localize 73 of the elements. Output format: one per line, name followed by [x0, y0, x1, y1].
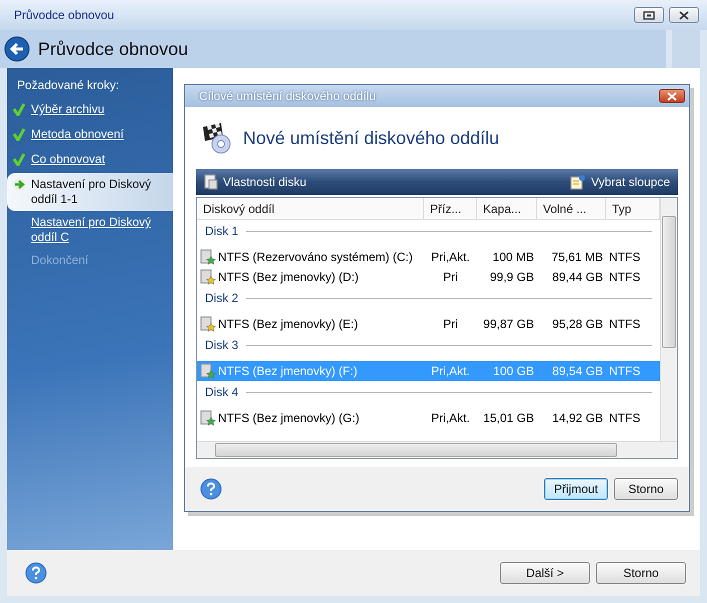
back-button[interactable]	[4, 36, 30, 62]
close-button[interactable]	[659, 89, 685, 103]
partition-row[interactable]: NTFS (Bez jmenovky) (D:) Pri 99,9 GB 89,44 GB NTFS	[197, 267, 660, 287]
table-cell: NTFS (Rezervováno systémem) (C:)	[197, 249, 424, 265]
flag-gear-icon	[201, 121, 233, 155]
dialog-heading: Nové umístění diskového oddílu	[243, 128, 500, 148]
close-icon	[678, 10, 690, 20]
help-icon[interactable]	[200, 478, 222, 500]
partition-row[interactable]: NTFS (Bez jmenovky) (E:) Pri 99,87 GB 95,28 GB NTFS	[197, 314, 660, 334]
table-cell-text: 100 GB	[492, 364, 535, 378]
step-item[interactable]: Metoda obnovení	[7, 123, 173, 148]
table-cell-text: 99,87 GB	[482, 317, 535, 331]
table-cell-text: Pri	[442, 270, 459, 284]
step-item[interactable]: Výběr archivu	[7, 98, 173, 123]
step-item: Dokončení	[30, 252, 90, 269]
disk-group-label: Disk 1	[205, 224, 238, 238]
table-cell-text: 99,9 GB	[488, 270, 535, 284]
wizard-button[interactable]: Storno	[596, 562, 686, 584]
table-cell-text: 15,01 GB	[482, 411, 535, 425]
column-header[interactable]: Volné ...	[537, 198, 606, 219]
select-columns-button[interactable]: Vybrat sloupce	[562, 174, 678, 190]
dialog-button[interactable]: Přijmout	[544, 478, 608, 500]
step-item[interactable]: Co obnovovat	[7, 148, 173, 173]
column-header[interactable]: Diskový oddíl	[197, 198, 424, 219]
horizontal-scrollbar[interactable]	[197, 441, 677, 458]
table-cell-text: NTFS	[608, 270, 642, 284]
table-cell-text: NTFS	[608, 250, 642, 264]
table-cell-text: 75,61 MB	[550, 250, 604, 264]
column-header[interactable]: Kapa...	[477, 198, 537, 219]
step-item[interactable]: Nastavení pro Diskový oddíl C	[7, 211, 173, 249]
table-cell-text: NTFS	[608, 364, 642, 378]
restore-icon	[643, 10, 655, 20]
table-cell-text: 95,28 GB	[551, 317, 604, 331]
check-icon	[13, 128, 25, 141]
table-cell-text: 14,92 GB	[551, 411, 604, 425]
close-icon	[666, 92, 678, 100]
table-cell-text: Pri	[442, 317, 459, 331]
close-button[interactable]	[669, 7, 699, 23]
check-icon	[13, 153, 25, 166]
disk-group-label: Disk 2	[205, 291, 238, 305]
sidebar-heading: Požadované kroky:	[16, 78, 120, 94]
table-cell-text: 89,54 GB	[551, 364, 604, 378]
arrow-icon	[13, 178, 26, 191]
help-icon[interactable]	[25, 562, 47, 584]
disk-properties-button[interactable]: Vlastnosti disku	[196, 174, 314, 190]
column-header[interactable]: Příz...	[424, 198, 477, 219]
partition-row[interactable]: NTFS (Bez jmenovky) (G:) Pri,Akt. 15,01 GB 14,92 GB NTFS	[197, 408, 660, 428]
table-cell-text: Pri,Akt.	[430, 411, 471, 425]
table-cell-text: NTFS	[608, 411, 642, 425]
table-cell: NTFS (Bez jmenovky) (E:)	[197, 316, 424, 332]
table-cell-text: 89,44 GB	[551, 270, 604, 284]
check-icon	[13, 103, 25, 116]
restore-button[interactable]	[634, 7, 664, 23]
disk-group-label: Disk 4	[205, 385, 238, 399]
table-cell: NTFS (Bez jmenovky) (G:)	[197, 410, 424, 426]
table-cell: NTFS (Bez jmenovky) (F:)	[197, 363, 424, 379]
note-icon	[570, 174, 586, 190]
dialog-button[interactable]: Storno	[614, 478, 678, 500]
table-cell-text: Pri,Akt.	[430, 250, 471, 264]
table-cell-text: Pri,Akt.	[430, 364, 471, 378]
table-cell-text: NTFS	[608, 317, 642, 331]
dialog-title: Cílové umístění diskového oddílu	[199, 89, 376, 103]
partition-row[interactable]: NTFS (Rezervováno systémem) (C:) Pri,Akt. 100 MB 75,61 MB NTFS	[197, 247, 660, 267]
table-cell-text: 100 MB	[492, 250, 535, 264]
wizard-title: Průvodce obnovou	[38, 38, 188, 60]
document-icon	[204, 174, 218, 190]
wizard-button[interactable]: Další >	[500, 562, 590, 584]
vertical-scrollbar[interactable]	[660, 198, 677, 441]
header-panel	[672, 30, 700, 68]
table-cell: NTFS (Bez jmenovky) (D:)	[197, 269, 424, 285]
step-item[interactable]: Nastavení pro Diskový oddíl 1-1	[7, 173, 173, 211]
disk-group-label: Disk 3	[205, 338, 238, 352]
window-title: Průvodce obnovou	[14, 8, 114, 22]
